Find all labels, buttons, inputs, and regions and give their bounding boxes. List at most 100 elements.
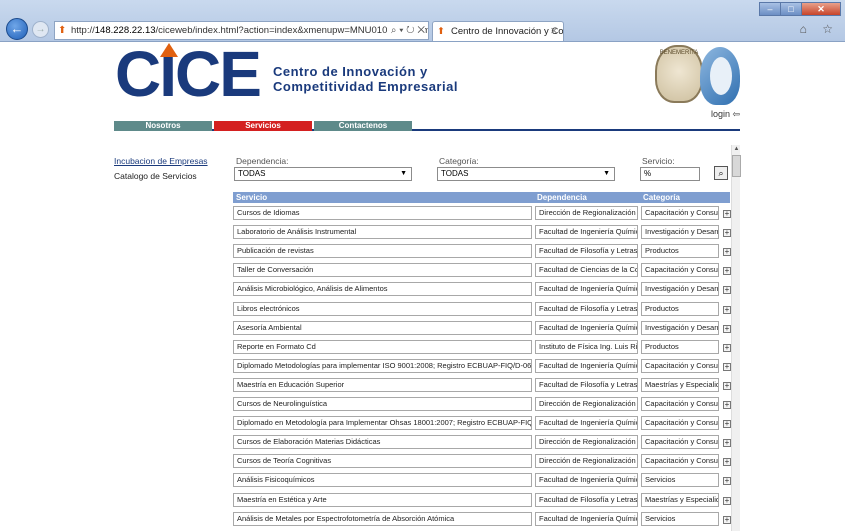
dependencia-cell[interactable]: Facultad de Filosofía y Letras	[535, 301, 638, 316]
categoria-cell[interactable]: Capacitación y Consultc	[641, 263, 719, 278]
main-nav: Nosotros Servicios Contactenos	[114, 121, 740, 131]
servicio-cell[interactable]: Análisis Microbiológico, Análisis de Ali…	[233, 282, 532, 297]
dependencia-cell[interactable]: Facultad de Ingeniería Química	[535, 358, 638, 373]
categoria-cell[interactable]: Capacitación y Consultc	[641, 397, 719, 411]
sidebar-item-catalogo[interactable]: Catalogo de Servicios	[114, 171, 197, 181]
forward-button[interactable]: →	[32, 21, 49, 38]
categoria-dropdown-icon: ▼	[603, 170, 610, 177]
categoria-cell[interactable]: Capacitación y Consultc	[641, 454, 719, 469]
servicio-input[interactable]: %	[640, 167, 700, 181]
expand-plus-icon[interactable]: +	[723, 401, 731, 409]
categoria-cell[interactable]: Maestrías y Especialidac	[641, 377, 719, 392]
categoria-cell[interactable]: Capacitación y Consultc	[641, 435, 719, 450]
expand-plus-icon[interactable]: +	[723, 210, 731, 218]
servicio-cell[interactable]: Cursos de Idiomas	[233, 206, 532, 220]
categoria-select[interactable]: TODAS ▼	[437, 167, 615, 181]
dependencia-cell[interactable]: Dirección de Regionalización U	[535, 454, 638, 469]
table-row: Libros electrónicos Facultad de Filosofía…	[233, 299, 731, 318]
servicio-cell[interactable]: Publicación de revistas	[233, 244, 532, 259]
categoria-value: TODAS	[441, 169, 469, 178]
servicio-cell[interactable]: Taller de Conversación	[233, 263, 532, 278]
expand-plus-icon[interactable]: +	[723, 515, 731, 524]
categoria-cell[interactable]: Maestrías y Especialidac	[641, 492, 719, 507]
close-window-button[interactable]: ✕	[801, 2, 841, 16]
categoria-cell[interactable]: Capacitación y Consultc	[641, 358, 719, 373]
servicio-cell[interactable]: Reporte en Formato Cd	[233, 339, 532, 354]
categoria-cell[interactable]: Productos	[641, 301, 719, 316]
expand-plus-icon[interactable]: +	[723, 343, 731, 352]
expand-plus-icon[interactable]: +	[723, 477, 731, 486]
address-tools[interactable]: ⌕ ▾ ↻ ✕	[386, 22, 425, 39]
categoria-cell[interactable]: Capacitación y Consultc	[641, 416, 719, 431]
categoria-cell[interactable]: Capacitación y Consultc	[641, 206, 719, 220]
sidebar-item-incubacion[interactable]: Incubacion de Empresas	[114, 156, 208, 166]
expand-plus-icon[interactable]: +	[723, 458, 731, 467]
dependencia-cell[interactable]: Dirección de Regionalización U	[535, 206, 638, 220]
nav-nosotros[interactable]: Nosotros	[114, 121, 212, 131]
tab-title: Centro de Innovación y Co...	[451, 26, 564, 37]
servicio-cell[interactable]: Cursos de Neurolinguística	[233, 397, 532, 411]
expand-plus-icon[interactable]: +	[723, 420, 731, 429]
nav-contactenos[interactable]: Contactenos	[314, 121, 412, 131]
servicio-cell[interactable]: Asesoría Ambiental	[233, 320, 532, 335]
back-button[interactable]: ←	[6, 18, 28, 40]
tab-close-icon[interactable]: ✕	[550, 22, 558, 41]
servicio-cell[interactable]: Diplomado en Metodología para Implementa…	[233, 416, 532, 431]
page-scrollbar[interactable]: ▲	[731, 145, 741, 531]
servicio-cell[interactable]: Cursos de Teoría Cognitivas	[233, 454, 532, 469]
expand-plus-icon[interactable]: +	[723, 267, 731, 276]
categoria-cell[interactable]: Investigación y Desarrol	[641, 282, 719, 297]
expand-plus-icon[interactable]: +	[723, 362, 731, 371]
categoria-cell[interactable]: Investigación y Desarrol	[641, 225, 719, 240]
dependencia-cell[interactable]: Facultad de Ingeniería Química	[535, 473, 638, 488]
dependencia-cell[interactable]: Facultad de Ingeniería Química	[535, 511, 638, 526]
expand-plus-icon[interactable]: +	[723, 248, 731, 257]
servicio-cell[interactable]: Cursos de Elaboración Materias Didáctica…	[233, 435, 532, 450]
servicio-cell[interactable]: Análisis Fisicoquímicos	[233, 473, 532, 488]
expand-plus-icon[interactable]: +	[723, 286, 731, 295]
browser-tab[interactable]: ⬆ Centro de Innovación y Co... ✕	[432, 21, 564, 41]
servicio-cell[interactable]: Maestría en Estética y Arte	[233, 492, 532, 507]
dependencia-cell[interactable]: Facultad de Filosofía y Letras	[535, 377, 638, 392]
categoria-cell[interactable]: Productos	[641, 339, 719, 354]
dependencia-cell[interactable]: Facultad de Filosofía y Letras	[535, 492, 638, 507]
categoria-cell[interactable]: Investigación y Desarrol	[641, 320, 719, 335]
servicio-cell[interactable]: Análisis de Metales por Espectrofotometr…	[233, 511, 532, 526]
servicio-cell[interactable]: Diplomado Metodologías para implementar …	[233, 358, 532, 373]
dependencia-select[interactable]: TODAS ▼	[234, 167, 412, 181]
table-row: Análisis de Metales por Espectrofotometr…	[233, 509, 731, 528]
dependencia-cell[interactable]: Instituto de Física Ing. Luis Rive	[535, 339, 638, 354]
expand-plus-icon[interactable]: +	[723, 229, 731, 238]
servicio-cell[interactable]: Libros electrónicos	[233, 301, 532, 316]
expand-plus-icon[interactable]: +	[723, 381, 731, 390]
magnifier-icon: ⌕	[718, 168, 724, 178]
nav-servicios[interactable]: Servicios	[214, 121, 312, 131]
url-prefix: http://	[71, 25, 95, 36]
categoria-cell[interactable]: Servicios	[641, 473, 719, 488]
dependencia-cell[interactable]: Facultad de Filosofía y Letras	[535, 244, 638, 259]
expand-plus-icon[interactable]: +	[723, 324, 731, 333]
dependencia-cell[interactable]: Dirección de Regionalización U	[535, 435, 638, 450]
maximize-button[interactable]: □	[780, 2, 802, 16]
expand-plus-icon[interactable]: +	[723, 496, 731, 505]
dependencia-cell[interactable]: Facultad de Ciencias de la Con	[535, 263, 638, 278]
dependencia-cell[interactable]: Facultad de Ingeniería Química	[535, 416, 638, 431]
minimize-button[interactable]: –	[759, 2, 781, 16]
categoria-cell[interactable]: Servicios	[641, 511, 719, 526]
dependencia-cell[interactable]: Dirección de Regionalización U	[535, 397, 638, 411]
expand-plus-icon[interactable]: +	[723, 439, 731, 448]
dependencia-cell[interactable]: Facultad de Ingeniería Química	[535, 225, 638, 240]
scroll-thumb[interactable]	[732, 155, 741, 177]
login-link[interactable]: login ⇦	[711, 109, 740, 120]
scroll-up-icon[interactable]: ▲	[732, 145, 741, 154]
search-button[interactable]: ⌕	[714, 166, 728, 180]
servicio-cell[interactable]: Laboratorio de Análisis Instrumental	[233, 225, 532, 240]
home-favorites-icons[interactable]: ⌂ ☆	[800, 22, 839, 36]
expand-plus-icon[interactable]: +	[723, 305, 731, 314]
table-row: Cursos de Teoría Cognitivas Dirección de …	[233, 451, 731, 470]
servicio-cell[interactable]: Maestría en Educación Superior	[233, 377, 532, 392]
dependencia-cell[interactable]: Facultad de Ingeniería Química	[535, 320, 638, 335]
categoria-cell[interactable]: Productos	[641, 244, 719, 259]
table-row: Cursos de Idiomas Dirección de Regionaliz…	[233, 203, 731, 222]
dependencia-cell[interactable]: Facultad de Ingeniería Química	[535, 282, 638, 297]
